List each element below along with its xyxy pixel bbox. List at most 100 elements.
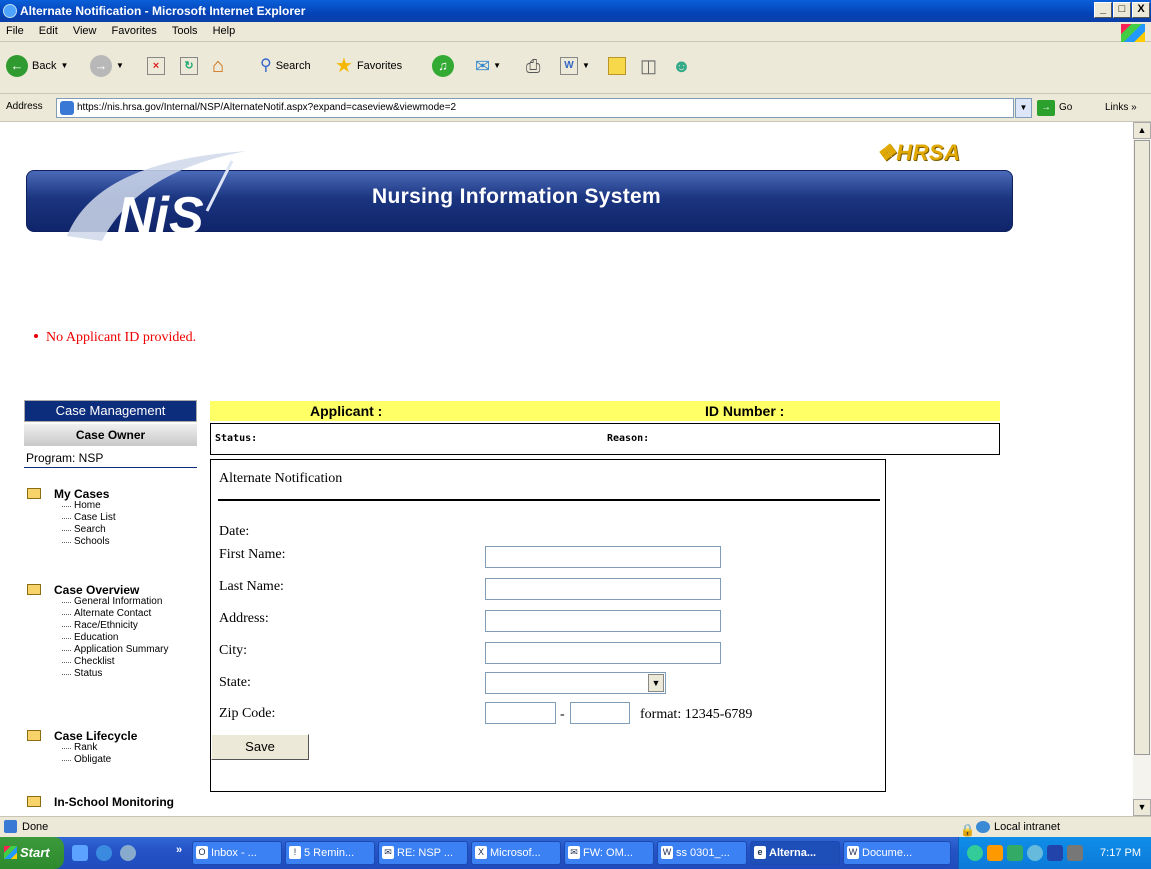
last-name-label: Last Name: [219, 579, 284, 594]
mail-button[interactable]: ✉ ▼ [475, 52, 501, 80]
menu-file[interactable]: File [0, 22, 30, 37]
search-icon: ⚲ [260, 57, 272, 74]
sidebar-group-case-lifecycle[interactable]: Case Lifecycle [24, 729, 137, 743]
sidebar-item-rank[interactable]: Rank [58, 742, 97, 754]
print-button[interactable]: ⎙ [526, 52, 540, 80]
tray-icon[interactable] [1067, 845, 1083, 861]
task-re-nsp[interactable]: ✉ RE: NSP ... [378, 841, 468, 865]
discuss-button[interactable] [608, 52, 626, 80]
city-input[interactable] [485, 642, 721, 664]
sidebar-group-in-school-monitoring[interactable]: In-School Monitoring [24, 795, 174, 809]
folder-icon [27, 488, 41, 499]
save-button[interactable]: Save [211, 734, 309, 760]
folder-icon [27, 584, 41, 595]
address-input[interactable]: https://nis.hrsa.gov/Internal/NSP/Altern… [56, 98, 1014, 118]
menu-favorites[interactable]: Favorites [106, 22, 163, 37]
print-icon: ⎙ [526, 56, 541, 76]
address-dropdown-button[interactable]: ▼ [1015, 98, 1032, 118]
sidebar-item-alternate-contact[interactable]: Alternate Contact [58, 608, 151, 620]
close-button[interactable]: X [1132, 2, 1150, 18]
tray-icon[interactable] [1027, 845, 1043, 861]
tray-icon[interactable] [967, 845, 983, 861]
scroll-down-icon[interactable]: ▼ [1133, 799, 1151, 816]
applicant-bar: Applicant : ID Number : [210, 401, 1000, 421]
sidebar-item-home[interactable]: Home [58, 500, 101, 512]
sidebar-item-status[interactable]: Status [58, 668, 102, 680]
window-titlebar[interactable]: Alternate Notification - Microsoft Inter… [0, 0, 1151, 22]
sidebar-item-obligate[interactable]: Obligate [58, 754, 111, 766]
research-button[interactable]: ◫ [640, 52, 657, 80]
sidebar-group-my-cases[interactable]: My Cases [24, 487, 109, 501]
edit-button[interactable]: W ▼ [560, 52, 590, 80]
favorites-button[interactable]: ★ Favorites [335, 52, 402, 80]
last-name-input[interactable] [485, 578, 721, 600]
group-label: Case Overview [54, 583, 140, 597]
vertical-scrollbar[interactable]: ▲ ▼ [1133, 122, 1151, 816]
task-fw-om[interactable]: ✉ FW: OM... [564, 841, 654, 865]
status-text: Done [22, 821, 49, 833]
task-ss-0301[interactable]: Wss 0301_... [657, 841, 747, 865]
alternate-notification-form: Alternate Notification Date: First Name:… [210, 459, 886, 792]
sidebar-item-case-list[interactable]: Case List [58, 512, 116, 524]
menu-tools[interactable]: Tools [166, 22, 204, 37]
media-button[interactable]: ♫ [432, 52, 454, 80]
error-text: No Applicant ID provided. [46, 330, 197, 345]
maximize-button[interactable]: □ [1113, 2, 1131, 18]
nis-logo-text: NiS [117, 187, 204, 245]
minimize-button[interactable]: _ [1094, 2, 1112, 18]
zip-format-hint: format: 12345-6789 [640, 707, 753, 722]
links-button[interactable]: Links » [1105, 98, 1137, 118]
messenger-quicklaunch-icon[interactable] [120, 845, 136, 861]
zip-code-input[interactable] [485, 702, 556, 724]
search-button[interactable]: ⚲ Search [260, 52, 311, 80]
task-reminders[interactable]: ! 5 Remin... [285, 841, 375, 865]
quicklaunch-overflow[interactable]: » [176, 844, 182, 856]
ie-quicklaunch-icon[interactable] [96, 845, 112, 861]
go-button[interactable]: → Go [1037, 98, 1072, 118]
back-button[interactable]: ← Back ▼ [6, 52, 68, 80]
scroll-thumb[interactable] [1134, 140, 1150, 755]
scroll-up-icon[interactable]: ▲ [1133, 122, 1151, 139]
refresh-button[interactable]: ↻ [180, 52, 198, 80]
forward-button[interactable]: → ▼ [90, 52, 124, 80]
menu-edit[interactable]: Edit [33, 22, 64, 37]
tray-icon[interactable] [987, 845, 1003, 861]
media-icon: ♫ [432, 55, 454, 77]
home-button[interactable]: ⌂ [212, 52, 224, 80]
stop-button[interactable]: × [147, 52, 165, 80]
word-icon: W [661, 846, 673, 859]
excel-icon: X [475, 846, 487, 859]
page-done-icon [4, 820, 17, 833]
sidebar-item-race-ethnicity[interactable]: Race/Ethnicity [58, 620, 138, 632]
desktop-icon[interactable] [72, 845, 88, 861]
menu-help[interactable]: Help [207, 22, 242, 37]
group-label: My Cases [54, 487, 110, 501]
task-excel[interactable]: X Microsof... [471, 841, 561, 865]
clock[interactable]: 7:17 PM [1100, 847, 1141, 859]
go-label: Go [1059, 102, 1073, 113]
date-label: Date: [219, 524, 250, 539]
divider [218, 499, 880, 501]
sidebar-item-search[interactable]: Search [58, 524, 106, 536]
first-name-input[interactable] [485, 546, 721, 568]
sidebar-item-application-summary[interactable]: Application Summary [58, 644, 168, 656]
task-inbox[interactable]: O Inbox - ... [192, 841, 282, 865]
sidebar-item-schools[interactable]: Schools [58, 536, 110, 548]
start-button[interactable]: Start [0, 837, 64, 869]
zip-plus4-input[interactable] [570, 702, 630, 724]
case-owner-button[interactable]: Case Owner [24, 424, 197, 446]
sidebar-item-education[interactable]: Education [58, 632, 118, 644]
task-document[interactable]: W Docume... [843, 841, 951, 865]
task-alternate-notification[interactable]: e Alterna... [750, 841, 840, 865]
tray-icon[interactable] [1007, 845, 1023, 861]
messenger-button[interactable]: ☻ [672, 52, 691, 80]
tray-icon[interactable] [1047, 845, 1063, 861]
sidebar-item-general-information[interactable]: General Information [58, 596, 162, 608]
address-input[interactable] [485, 610, 721, 632]
sidebar-group-case-overview[interactable]: Case Overview [24, 583, 139, 597]
menu-view[interactable]: View [67, 22, 103, 37]
sidebar-item-checklist[interactable]: Checklist [58, 656, 115, 668]
go-arrow-icon: → [1037, 100, 1055, 116]
state-select[interactable]: ▼ [485, 672, 666, 694]
hrsa-logo: ❖HRSA [876, 140, 961, 165]
